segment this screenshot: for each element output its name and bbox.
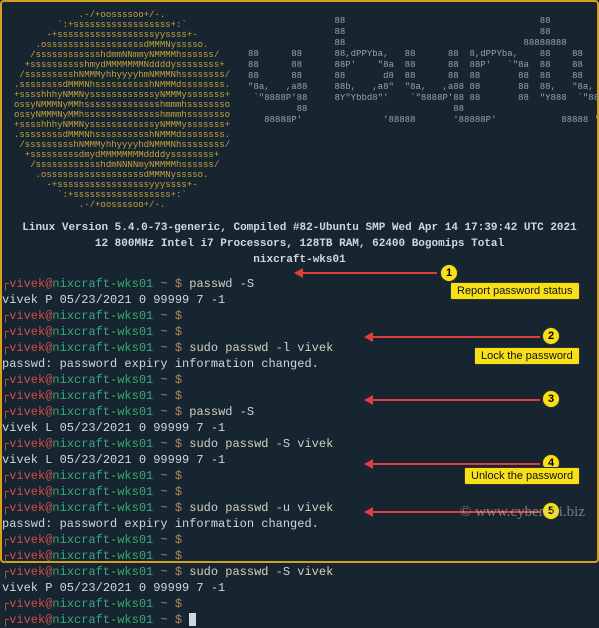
output-text: vivek L 05/23/2021 0 99999 7 -1 (2, 453, 225, 467)
hostname-line: nixcraft-wks01 (14, 252, 585, 268)
prompt-separator: ~ $ (153, 277, 189, 291)
prompt-user: ┌vivek (2, 437, 45, 451)
kernel-line: Linux Version 5.4.0-73-generic, Compiled… (14, 220, 585, 236)
prompt-line: ┌vivek@nixcraft-wks01 ~ $ sudo passwd -S… (2, 564, 597, 580)
prompt-line: ┌vivek@nixcraft-wks01 ~ $ (2, 532, 597, 548)
cursor (189, 613, 196, 626)
header-area: .-/+oossssoo+/-. `:+ssssssssssssssssss+:… (2, 2, 597, 276)
prompt-user: ┌vivek (2, 613, 45, 627)
prompt-separator: ~ $ (153, 405, 189, 419)
prompt-line: ┌vivek@nixcraft-wks01 ~ $ (2, 484, 597, 500)
prompt-user: ┌vivek (2, 469, 45, 483)
prompt-line: ┌vivek@nixcraft-wks01 ~ $ (2, 388, 597, 404)
ubuntu-ascii-name: 88 88 88 88 88 88888888 88 88 88,dPPYba,… (248, 16, 599, 126)
prompt-line: ┌vivek@nixcraft-wks01 ~ $ (2, 372, 597, 388)
output-text: passwd: password expiry information chan… (2, 517, 319, 531)
prompt-separator: ~ $ (153, 325, 189, 339)
ubuntu-circle-logo: .-/+oossssoo+/-. `:+ssssssssssssssssss+:… (14, 10, 230, 210)
prompt-user: ┌vivek (2, 277, 45, 291)
prompt-line: ┌vivek@nixcraft-wks01 ~ $ (2, 308, 597, 324)
prompt-separator: ~ $ (153, 597, 189, 611)
ascii-art-row: .-/+oossssoo+/-. `:+ssssssssssssssssss+:… (14, 10, 585, 210)
prompt-host: nixcraft-wks01 (52, 309, 153, 323)
output-line: passwd: password expiry information chan… (2, 356, 597, 372)
prompt-host: nixcraft-wks01 (52, 389, 153, 403)
prompt-line: ┌vivek@nixcraft-wks01 ~ $ sudo passwd -l… (2, 340, 597, 356)
output-line: vivek P 05/23/2021 0 99999 7 -1 (2, 580, 597, 596)
prompt-line: ┌vivek@nixcraft-wks01 ~ $ passwd -S (2, 276, 597, 292)
prompt-separator: ~ $ (153, 613, 189, 627)
prompt-separator: ~ $ (153, 437, 189, 451)
prompt-line: ┌vivek@nixcraft-wks01 ~ $ (2, 324, 597, 340)
prompt-user: ┌vivek (2, 501, 45, 515)
prompt-host: nixcraft-wks01 (52, 485, 153, 499)
prompt-user: ┌vivek (2, 341, 45, 355)
output-line: vivek L 05/23/2021 0 99999 7 -1 (2, 452, 597, 468)
command-text: sudo passwd -S vivek (189, 437, 333, 451)
prompt-host: nixcraft-wks01 (52, 469, 153, 483)
output-line: vivek P 05/23/2021 0 99999 7 -1 (2, 292, 597, 308)
prompt-host: nixcraft-wks01 (52, 597, 153, 611)
prompt-user: ┌vivek (2, 309, 45, 323)
prompt-user: ┌vivek (2, 549, 45, 563)
prompt-user: ┌vivek (2, 389, 45, 403)
prompt-host: nixcraft-wks01 (52, 325, 153, 339)
prompt-host: nixcraft-wks01 (52, 405, 153, 419)
prompt-line: ┌vivek@nixcraft-wks01 ~ $ (2, 548, 597, 564)
command-text: sudo passwd -l vivek (189, 341, 333, 355)
prompt-separator: ~ $ (153, 485, 189, 499)
prompt-at: @ (45, 597, 52, 611)
prompt-host: nixcraft-wks01 (52, 373, 153, 387)
prompt-separator: ~ $ (153, 565, 189, 579)
prompt-separator: ~ $ (153, 549, 189, 563)
prompt-user: ┌vivek (2, 485, 45, 499)
prompt-line: ┌vivek@nixcraft-wks01 ~ $ (2, 612, 597, 628)
prompt-user: ┌vivek (2, 325, 45, 339)
system-info: Linux Version 5.4.0-73-generic, Compiled… (14, 220, 585, 268)
output-text: vivek P 05/23/2021 0 99999 7 -1 (2, 293, 225, 307)
prompt-user: ┌vivek (2, 565, 45, 579)
terminal-output[interactable]: ┌vivek@nixcraft-wks01 ~ $ passwd -Svivek… (2, 276, 597, 628)
prompt-at: @ (45, 565, 52, 579)
prompt-host: nixcraft-wks01 (52, 565, 153, 579)
prompt-separator: ~ $ (153, 389, 189, 403)
prompt-line: ┌vivek@nixcraft-wks01 ~ $ (2, 468, 597, 484)
output-text: vivek L 05/23/2021 0 99999 7 -1 (2, 421, 225, 435)
output-line: vivek L 05/23/2021 0 99999 7 -1 (2, 420, 597, 436)
prompt-host: nixcraft-wks01 (52, 501, 153, 515)
command-text: sudo passwd -S vivek (189, 565, 333, 579)
prompt-user: ┌vivek (2, 597, 45, 611)
prompt-user: ┌vivek (2, 373, 45, 387)
prompt-separator: ~ $ (153, 373, 189, 387)
cpu-line: 12 800MHz Intel i7 Processors, 128TB RAM… (14, 236, 585, 252)
prompt-host: nixcraft-wks01 (52, 613, 153, 627)
prompt-separator: ~ $ (153, 501, 189, 515)
prompt-separator: ~ $ (153, 341, 189, 355)
watermark: © www.cyberciti.biz (460, 504, 585, 521)
prompt-host: nixcraft-wks01 (52, 533, 153, 547)
command-text: sudo passwd -u vivek (189, 501, 333, 515)
prompt-line: ┌vivek@nixcraft-wks01 ~ $ (2, 596, 597, 612)
prompt-separator: ~ $ (153, 533, 189, 547)
prompt-user: ┌vivek (2, 533, 45, 547)
command-text: passwd -S (189, 277, 254, 291)
prompt-at: @ (45, 613, 52, 627)
prompt-host: nixcraft-wks01 (52, 437, 153, 451)
prompt-line: ┌vivek@nixcraft-wks01 ~ $ sudo passwd -S… (2, 436, 597, 452)
prompt-separator: ~ $ (153, 309, 189, 323)
prompt-host: nixcraft-wks01 (52, 549, 153, 563)
prompt-host: nixcraft-wks01 (52, 277, 153, 291)
prompt-line: ┌vivek@nixcraft-wks01 ~ $ passwd -S (2, 404, 597, 420)
command-text: passwd -S (189, 405, 254, 419)
prompt-separator: ~ $ (153, 469, 189, 483)
prompt-host: nixcraft-wks01 (52, 341, 153, 355)
prompt-user: ┌vivek (2, 405, 45, 419)
output-text: vivek P 05/23/2021 0 99999 7 -1 (2, 581, 225, 595)
output-text: passwd: password expiry information chan… (2, 357, 319, 371)
